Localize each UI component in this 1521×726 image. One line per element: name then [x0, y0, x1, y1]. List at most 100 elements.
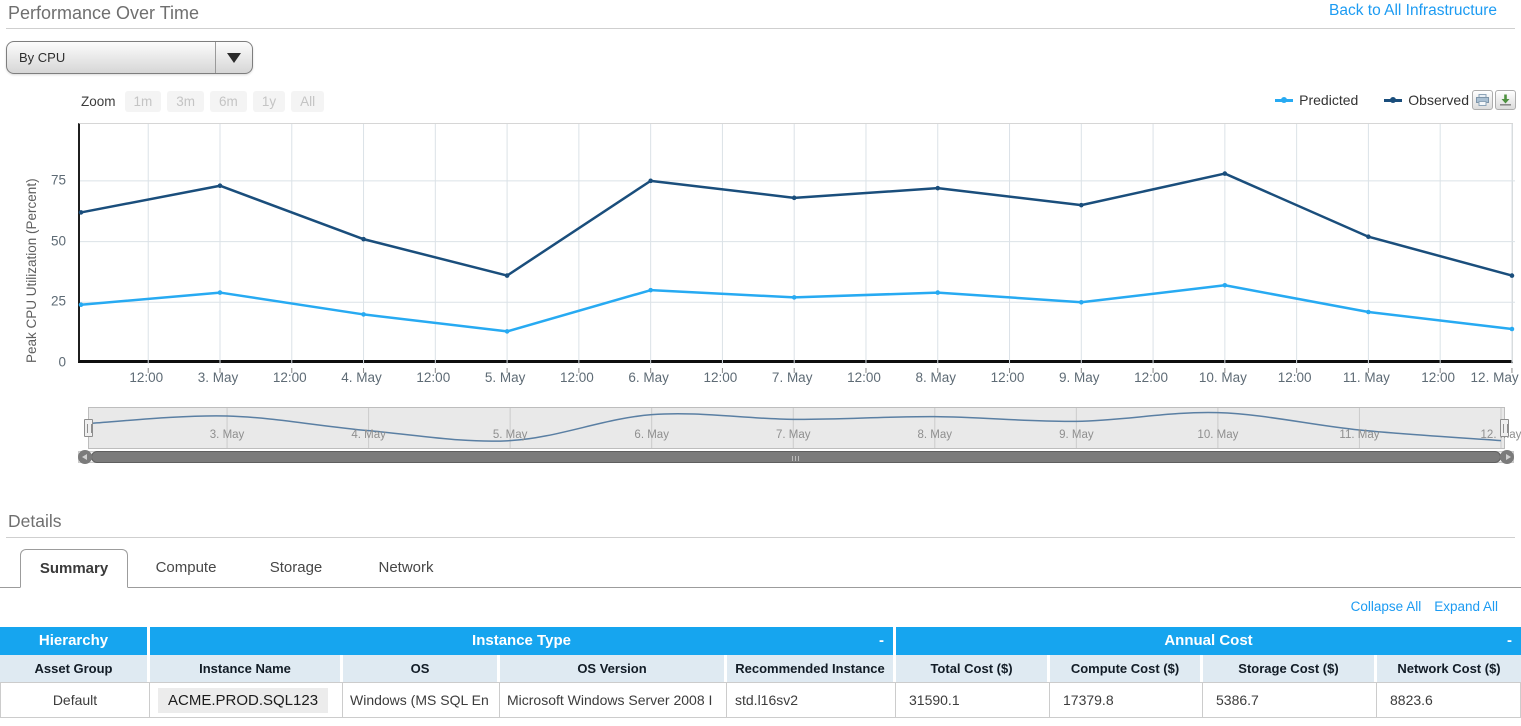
navigator-left-handle[interactable]	[84, 419, 93, 437]
scrollbar-left-arrow-button[interactable]	[78, 450, 92, 464]
table-cell: Windows (MS SQL En	[343, 683, 500, 718]
x-tick-label: 7. May	[772, 370, 813, 385]
x-tick-label: 12:00	[847, 370, 881, 385]
navigator-date-label: 5. May	[493, 429, 528, 441]
group-header-hierarchy: Hierarchy	[0, 627, 150, 655]
group-header-instance-type-label: Instance Type	[472, 632, 571, 649]
collapse-all-link[interactable]: Collapse All	[1351, 599, 1422, 614]
group-header-annual-cost-label: Annual Cost	[1164, 632, 1252, 649]
chart-legend: Predicted Observed	[1275, 92, 1469, 108]
table-cell[interactable]: ACME.PROD.SQL123	[150, 683, 343, 718]
column-header-os-version: OS Version	[500, 655, 727, 682]
zoom-controls: Zoom 1m3m 6m 1y All	[81, 91, 330, 112]
table-cell: std.l16sv2	[727, 683, 896, 718]
tab-summary[interactable]: Summary	[20, 549, 128, 588]
predicted-line-marker	[1275, 99, 1293, 102]
download-icon	[1499, 94, 1512, 106]
y-tick-label: 0	[58, 355, 66, 370]
y-tick-label: 25	[51, 294, 66, 309]
x-tick-label: 12:00	[129, 370, 163, 385]
scrollbar-thumb[interactable]	[91, 451, 1501, 463]
x-tick-label: 10. May	[1199, 370, 1247, 385]
column-header-total-cost: Total Cost ($)	[896, 655, 1050, 682]
observed-line-marker	[1384, 99, 1402, 102]
table-cell: 17379.8	[1050, 683, 1203, 718]
tab-compute[interactable]: Compute	[132, 549, 240, 587]
x-tick-label: 12:00	[1134, 370, 1168, 385]
scrollbar-right-arrow-button[interactable]	[1500, 450, 1514, 464]
x-tick-label: 3. May	[198, 370, 239, 385]
download-button[interactable]	[1495, 90, 1516, 110]
x-tick-label: 6. May	[628, 370, 669, 385]
details-divider	[6, 537, 1515, 538]
collapse-instance-type-toggle[interactable]: -	[879, 627, 884, 655]
navigator-date-label: 3. May	[210, 429, 245, 441]
x-tick-label: 12:00	[1278, 370, 1312, 385]
print-button[interactable]	[1472, 90, 1493, 110]
performance-page: Performance Over Time Back to All Infras…	[0, 0, 1521, 726]
metric-dropdown-value: By CPU	[19, 50, 65, 65]
x-axis-tick-labels: 12:00 3. May 12:00 4. May 12:00 5. May 12:00 6.…	[78, 370, 1513, 390]
chart-toolbar	[1472, 90, 1516, 110]
x-tick-label: 9. May	[1059, 370, 1100, 385]
y-tick-label: 50	[51, 233, 66, 248]
navigator-date-label: 4. May	[351, 429, 386, 441]
column-header-instance-name: Instance Name	[150, 655, 343, 682]
y-tick-label: 75	[51, 172, 66, 187]
x-tick-label: 12. May	[1471, 370, 1519, 385]
summary-table: Hierarchy Instance Type - Annual Cost - …	[0, 627, 1521, 718]
navigator-date-label: 8. May	[918, 429, 953, 441]
y-axis-tick-labels: 0255075	[0, 123, 66, 363]
details-tabs: Summary Compute Storage Network	[0, 549, 1521, 588]
zoom-button-6m[interactable]: 6m	[210, 91, 247, 112]
navigator-canvas	[89, 408, 1504, 448]
instance-name-value[interactable]: ACME.PROD.SQL123	[158, 688, 328, 713]
table-cell: 8823.6	[1377, 683, 1521, 718]
legend-item-predicted[interactable]: Predicted	[1275, 92, 1358, 108]
zoom-button-3m[interactable]: 3m	[167, 91, 204, 112]
group-header-annual-cost: Annual Cost -	[896, 627, 1521, 655]
zoom-button-1y[interactable]: 1y	[253, 91, 285, 112]
left-arrow-icon	[82, 454, 87, 460]
column-header-os: OS	[343, 655, 500, 682]
x-tick-label: 12:00	[1421, 370, 1455, 385]
zoom-label: Zoom	[81, 94, 116, 109]
chevron-down-icon	[227, 53, 241, 63]
chart-navigator[interactable]: 3. May 4. May 5. May 6. May 7. May 8. May 9. M…	[88, 407, 1505, 449]
legend-label-observed: Observed	[1408, 92, 1469, 108]
navigator-date-label: 6. May	[634, 429, 669, 441]
back-to-infrastructure-link[interactable]: Back to All Infrastructure	[1329, 2, 1497, 20]
metric-dropdown[interactable]: By CPU	[6, 41, 253, 74]
collapse-annual-cost-toggle[interactable]: -	[1507, 627, 1512, 655]
zoom-button-all[interactable]: All	[291, 91, 324, 112]
table-cell: 31590.1	[896, 683, 1050, 718]
x-tick-label: 12:00	[273, 370, 307, 385]
table-row[interactable]: Default ACME.PROD.SQL123 Windows (MS SQL E…	[0, 682, 1521, 718]
x-tick-label: 4. May	[341, 370, 382, 385]
navigator-date-label: 11. May	[1339, 429, 1379, 441]
group-header-instance-type: Instance Type -	[150, 627, 896, 655]
print-icon	[1476, 94, 1489, 106]
table-cell: Default	[0, 683, 150, 718]
x-tick-label: 12:00	[991, 370, 1025, 385]
expand-all-link[interactable]: Expand All	[1434, 599, 1498, 614]
table-group-header-row: Hierarchy Instance Type - Annual Cost -	[0, 627, 1521, 655]
navigator-right-handle[interactable]	[1500, 419, 1509, 437]
column-header-storage-cost: Storage Cost ($)	[1203, 655, 1377, 682]
header-divider	[6, 28, 1515, 29]
tab-storage[interactable]: Storage	[242, 549, 350, 587]
x-tick-label: 12:00	[560, 370, 594, 385]
zoom-button-1m[interactable]: 1m	[125, 91, 162, 112]
legend-item-observed[interactable]: Observed	[1384, 92, 1469, 108]
right-arrow-icon	[1506, 454, 1511, 460]
table-column-header-row: Asset GroupInstance NameOSOS VersionReco…	[0, 655, 1521, 682]
table-cell: Microsoft Windows Server 2008 I	[500, 683, 727, 718]
plot-area[interactable]	[78, 123, 1513, 363]
column-header-recommended-instance: Recommended Instance	[727, 655, 896, 682]
tab-network[interactable]: Network	[352, 549, 460, 587]
column-header-network-cost: Network Cost ($)	[1377, 655, 1521, 682]
navigator-date-label: 7. May	[776, 429, 811, 441]
x-tick-label: 5. May	[485, 370, 526, 385]
page-title: Performance Over Time	[8, 3, 199, 24]
navigator-date-label: 9. May	[1059, 429, 1094, 441]
